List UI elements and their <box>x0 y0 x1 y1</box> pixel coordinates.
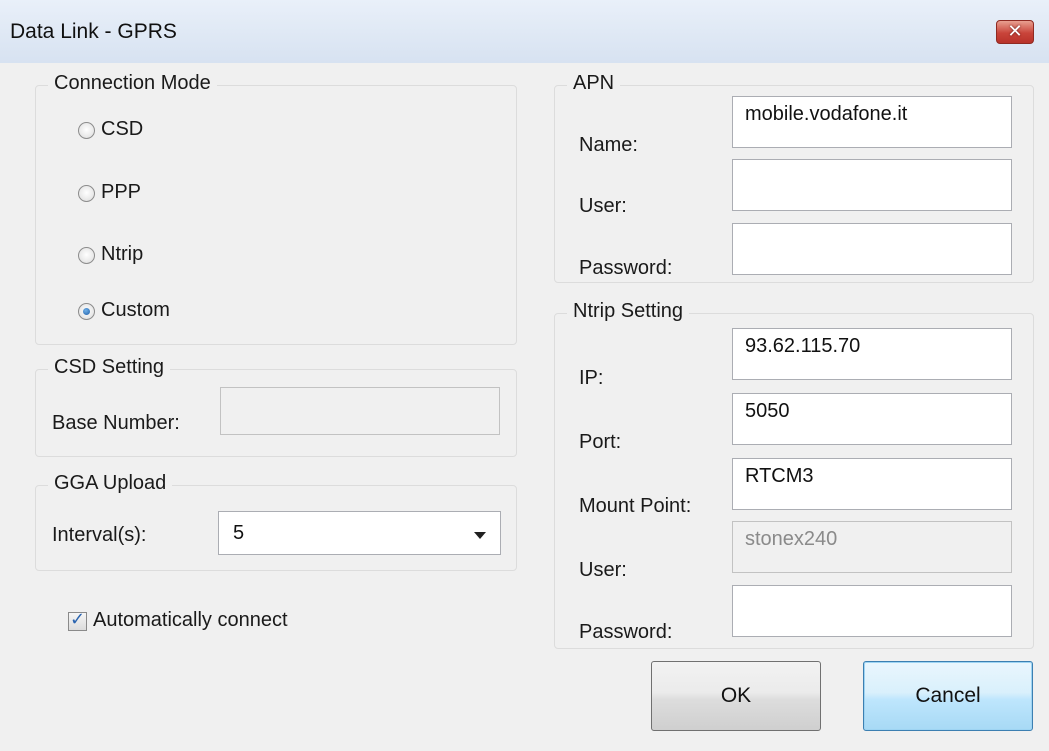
radio-csd[interactable] <box>78 122 95 139</box>
radio-ntrip-label[interactable]: Ntrip <box>101 243 143 266</box>
apn-user-label: User: <box>579 195 627 217</box>
ntrip-password-field[interactable] <box>732 585 1012 637</box>
interval-select[interactable]: 5 <box>218 511 501 555</box>
ntrip-user-field[interactable]: stonex240 <box>732 521 1012 573</box>
auto-connect-checkbox[interactable]: ✓ <box>68 609 87 631</box>
close-button[interactable]: ✕ <box>996 20 1034 44</box>
base-number-label: Base Number: <box>52 412 180 434</box>
window-title: Data Link - GPRS <box>10 20 177 43</box>
ntrip-port-label: Port: <box>579 431 622 453</box>
radio-csd-label[interactable]: CSD <box>101 118 143 141</box>
radio-ntrip[interactable] <box>78 247 95 264</box>
ntrip-setting-title: Ntrip Setting <box>567 300 690 323</box>
apn-name-field[interactable]: mobile.vodafone.it <box>732 96 1012 148</box>
base-number-field[interactable] <box>220 387 500 435</box>
apn-password-field[interactable] <box>732 223 1012 275</box>
ntrip-user-label: User: <box>579 559 627 581</box>
apn-user-field[interactable] <box>732 159 1012 211</box>
interval-label: Interval(s): <box>52 524 147 546</box>
dialog-window: Data Link - GPRS ✕ Connection Mode CSD P… <box>0 0 1049 751</box>
chevron-down-icon[interactable] <box>474 532 486 539</box>
ntrip-mount-field[interactable]: RTCM3 <box>732 458 1012 510</box>
ntrip-mount-label: Mount Point: <box>579 495 692 517</box>
ntrip-ip-field[interactable]: 93.62.115.70 <box>732 328 1012 380</box>
radio-custom[interactable] <box>78 303 95 320</box>
close-icon: ✕ <box>1007 21 1023 41</box>
csd-setting-title: CSD Setting <box>48 356 171 379</box>
cancel-button[interactable]: Cancel <box>863 661 1033 731</box>
ntrip-password-label: Password: <box>579 621 673 643</box>
apn-name-label: Name: <box>579 134 638 156</box>
title-bar[interactable]: Data Link - GPRS ✕ <box>0 0 1049 64</box>
radio-ppp-label[interactable]: PPP <box>101 181 141 204</box>
connection-mode-title: Connection Mode <box>48 72 217 95</box>
dialog-body: Connection Mode CSD PPP Ntrip Custom CSD… <box>0 63 1049 751</box>
apn-password-label: Password: <box>579 257 673 279</box>
ntrip-ip-label: IP: <box>579 367 604 389</box>
ok-button[interactable]: OK <box>651 661 821 731</box>
gga-upload-title: GGA Upload <box>48 472 173 495</box>
auto-connect-label[interactable]: Automatically connect <box>93 609 288 632</box>
checkmark-icon: ✓ <box>70 609 86 629</box>
ntrip-port-field[interactable]: 5050 <box>732 393 1012 445</box>
interval-value: 5 <box>233 522 245 544</box>
apn-title: APN <box>567 72 621 95</box>
radio-custom-label[interactable]: Custom <box>101 299 170 322</box>
radio-ppp[interactable] <box>78 185 95 202</box>
